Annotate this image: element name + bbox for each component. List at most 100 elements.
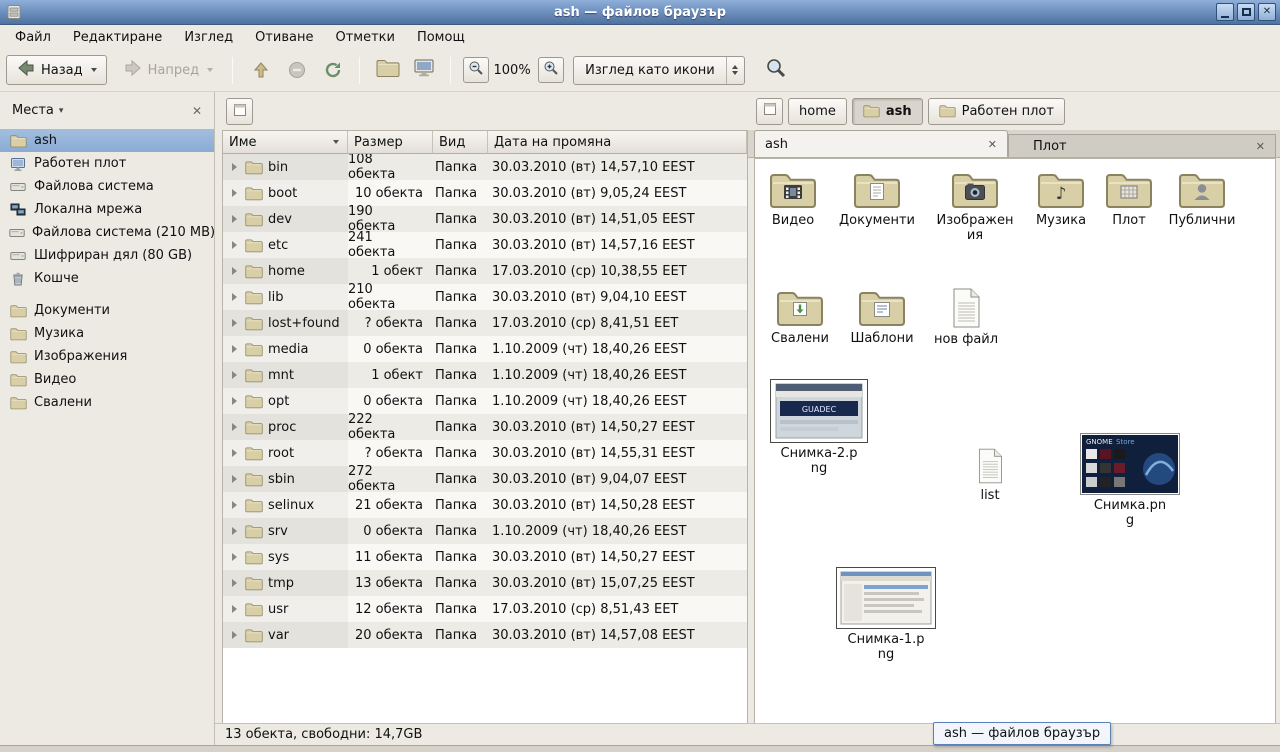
table-row[interactable]: media0 обектаПапка1.10.2009 (чт) 18,40,2… — [223, 336, 747, 362]
sidebar-item-pictures[interactable]: Изображения — [0, 345, 214, 368]
sidebar-item-ash[interactable]: ash — [0, 129, 214, 152]
close-button[interactable]: ✕ — [1258, 3, 1276, 21]
file-item-newfile[interactable]: нов файл — [916, 287, 1016, 347]
table-row[interactable]: home1 обектПапка17.03.2010 (ср) 10,38,55… — [223, 258, 747, 284]
back-dropdown-icon[interactable] — [91, 68, 97, 72]
computer-button[interactable] — [407, 55, 441, 85]
sidebar-item-desktop[interactable]: Работен плот — [0, 152, 214, 175]
table-row[interactable]: tmp13 обектаПапка30.03.2010 (вт) 15,07,2… — [223, 570, 747, 596]
table-row[interactable]: etc241 обектаПапка30.03.2010 (вт) 14,57,… — [223, 232, 747, 258]
sidebar-close-button[interactable]: ✕ — [192, 104, 202, 118]
column-header-size[interactable]: Размер — [348, 131, 433, 154]
expander-icon[interactable] — [232, 215, 237, 223]
view-mode-select[interactable]: Изглед като икони — [573, 56, 745, 85]
table-row[interactable]: opt0 обектаПапка1.10.2009 (чт) 18,40,26 … — [223, 388, 747, 414]
breadcrumb-ash[interactable]: ash — [852, 98, 923, 125]
table-row[interactable]: proc222 обектаПапка30.03.2010 (вт) 14,50… — [223, 414, 747, 440]
reload-button[interactable] — [316, 55, 350, 85]
expander-icon[interactable] — [232, 475, 237, 483]
menu-edit[interactable]: Редактиране — [62, 27, 173, 48]
icon-view[interactable]: ВидеоДокументиИзображения♪МузикаПлотПубл… — [754, 158, 1276, 723]
expander-icon[interactable] — [232, 163, 237, 171]
breadcrumb-desktop[interactable]: Работен плот — [928, 98, 1065, 125]
table-row[interactable]: dev190 обектаПапка30.03.2010 (вт) 14,51,… — [223, 206, 747, 232]
table-row[interactable]: bin108 обектаПапка30.03.2010 (вт) 14,57,… — [223, 154, 747, 180]
table-row[interactable]: selinux21 обектаПапка30.03.2010 (вт) 14,… — [223, 492, 747, 518]
forward-button[interactable]: Напред — [113, 55, 223, 85]
tab-close-icon[interactable]: ✕ — [1256, 140, 1265, 153]
titlebar[interactable]: ash — файлов браузър ✕ — [0, 0, 1280, 25]
sidebar-item-local-network[interactable]: Локална мрежа — [0, 198, 214, 221]
menu-view[interactable]: Изглед — [173, 27, 244, 48]
expander-icon[interactable] — [232, 631, 237, 639]
search-button[interactable] — [759, 55, 793, 85]
up-button[interactable] — [244, 55, 278, 85]
expander-icon[interactable] — [232, 345, 237, 353]
file-item-snimka1[interactable]: Снимка-1.png — [836, 567, 936, 662]
table-row[interactable]: mnt1 обектПапка1.10.2009 (чт) 18,40,26 E… — [223, 362, 747, 388]
table-row[interactable]: root? обектаПапка30.03.2010 (вт) 14,55,3… — [223, 440, 747, 466]
expander-icon[interactable] — [232, 605, 237, 613]
menu-help[interactable]: Помощ — [406, 27, 476, 48]
file-item-documents[interactable]: Документи — [827, 170, 927, 228]
stop-button[interactable] — [280, 55, 314, 85]
home-button[interactable] — [371, 55, 405, 85]
table-row[interactable]: var20 обектаПапка30.03.2010 (вт) 14,57,0… — [223, 622, 747, 648]
maximize-button[interactable] — [1237, 3, 1255, 21]
forward-dropdown-icon[interactable] — [207, 68, 213, 72]
expander-icon[interactable] — [232, 579, 237, 587]
file-item-list[interactable]: list — [940, 447, 1040, 503]
table-row[interactable]: lost+found? обектаПапка17.03.2010 (ср) 8… — [223, 310, 747, 336]
sidebar-item-documents[interactable]: Документи — [0, 299, 214, 322]
taskbar[interactable] — [0, 745, 1280, 752]
expander-icon[interactable] — [232, 501, 237, 509]
file-item-pictures[interactable]: Изображения — [925, 170, 1025, 243]
pane-location-button[interactable] — [756, 98, 783, 125]
file-item-snimka2[interactable]: GUADECСнимка-2.png — [769, 379, 869, 476]
table-row[interactable]: sys11 обектаПапка30.03.2010 (вт) 14,50,2… — [223, 544, 747, 570]
table-row[interactable]: usr12 обектаПапка17.03.2010 (ср) 8,51,43… — [223, 596, 747, 622]
column-header-type[interactable]: Вид — [433, 131, 488, 154]
sidebar-item-filesystem[interactable]: Файлова система — [0, 175, 214, 198]
expander-icon[interactable] — [232, 293, 237, 301]
back-button[interactable]: Назад — [6, 55, 107, 85]
menu-file[interactable]: Файл — [4, 27, 62, 48]
expander-icon[interactable] — [232, 371, 237, 379]
file-item-snimka[interactable]: GNOMEStoreСнимка.png — [1080, 433, 1180, 528]
zoom-out-button[interactable] — [463, 57, 489, 83]
combo-arrows-icon[interactable] — [726, 57, 744, 84]
expander-icon[interactable] — [232, 267, 237, 275]
expander-icon[interactable] — [232, 449, 237, 457]
places-dropdown[interactable]: Места ▾ — [12, 103, 63, 118]
pane-location-button[interactable] — [226, 98, 253, 125]
column-header-modified[interactable]: Дата на промяна — [488, 131, 747, 154]
minimize-button[interactable] — [1216, 3, 1234, 21]
table-row[interactable]: boot10 обектаПапка30.03.2010 (вт) 9,05,2… — [223, 180, 747, 206]
expander-icon[interactable] — [232, 319, 237, 327]
table-row[interactable]: sbin272 обектаПапка30.03.2010 (вт) 9,04,… — [223, 466, 747, 492]
tab-close-icon[interactable]: ✕ — [988, 138, 997, 151]
expander-icon[interactable] — [232, 241, 237, 249]
menu-bookmarks[interactable]: Отметки — [324, 27, 405, 48]
sidebar-item-encrypted-80gb[interactable]: Шифриран дял (80 GB) — [0, 244, 214, 267]
table-row[interactable]: srv0 обектаПапка1.10.2009 (чт) 18,40,26 … — [223, 518, 747, 544]
expander-icon[interactable] — [232, 397, 237, 405]
expander-icon[interactable] — [232, 189, 237, 197]
table-row[interactable]: lib210 обектаПапка30.03.2010 (вт) 9,04,1… — [223, 284, 747, 310]
tab-plot[interactable]: Плот✕ — [1008, 134, 1276, 157]
expander-icon[interactable] — [232, 423, 237, 431]
taskbar-window-label[interactable]: ash — файлов браузър — [933, 722, 1111, 745]
sidebar-item-downloads[interactable]: Свалени — [0, 391, 214, 414]
sidebar-item-video[interactable]: Видео — [0, 368, 214, 391]
menu-go[interactable]: Отиване — [244, 27, 324, 48]
sidebar-item-trash[interactable]: Кошче — [0, 267, 214, 290]
sidebar-item-music[interactable]: Музика — [0, 322, 214, 345]
zoom-in-button[interactable] — [538, 57, 564, 83]
breadcrumb-home[interactable]: home — [788, 98, 847, 125]
sidebar-item-filesystem-210mb[interactable]: Файлова система (210 MB) — [0, 221, 214, 244]
expander-icon[interactable] — [232, 527, 237, 535]
file-item-public[interactable]: Публични — [1152, 170, 1252, 228]
column-header-name[interactable]: Име — [223, 131, 348, 154]
expander-icon[interactable] — [232, 553, 237, 561]
tab-ash[interactable]: ash✕ — [754, 130, 1008, 157]
